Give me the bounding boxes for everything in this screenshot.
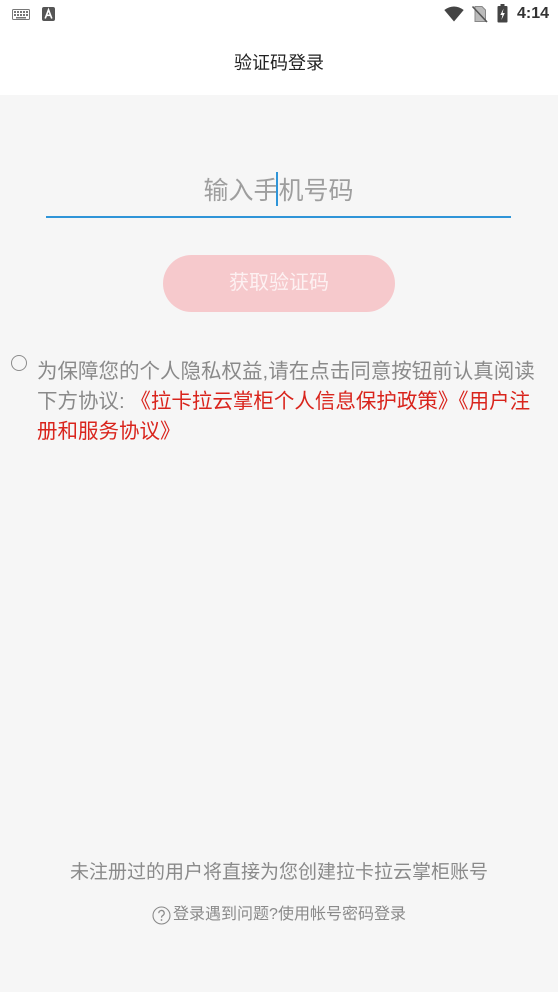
password-login-link[interactable]: 登录遇到问题?使用帐号密码登录 [0, 905, 558, 925]
text-cursor [276, 172, 278, 206]
help-link-label: 登录遇到问题?使用帐号密码登录 [173, 906, 406, 923]
page-title: 验证码登录 [234, 53, 324, 73]
wifi-icon [444, 6, 464, 22]
agreement-checkbox[interactable] [11, 355, 27, 371]
agreement-text: 为保障您的个人隐私权益,请在点击同意按钮前认真阅读下方协议: 《拉卡拉云掌柜个人… [37, 357, 549, 447]
status-bar: 4:14 [0, 0, 558, 28]
app-header: 验证码登录 [0, 28, 558, 95]
no-sim-icon [471, 5, 488, 23]
help-circle-icon [152, 905, 171, 925]
keyboard-icon [12, 9, 30, 20]
privacy-policy-link[interactable]: 《拉卡拉云掌柜个人信息保护政策》 [130, 390, 458, 413]
phone-number-input[interactable] [46, 166, 511, 218]
get-verification-code-button[interactable]: 获取验证码 [163, 255, 395, 312]
status-time: 4:14 [517, 5, 550, 22]
battery-charging-icon [497, 4, 508, 23]
registration-notice: 未注册过的用户将直接为您创建拉卡拉云掌柜账号 [69, 862, 488, 883]
app-notification-icon [42, 7, 55, 21]
